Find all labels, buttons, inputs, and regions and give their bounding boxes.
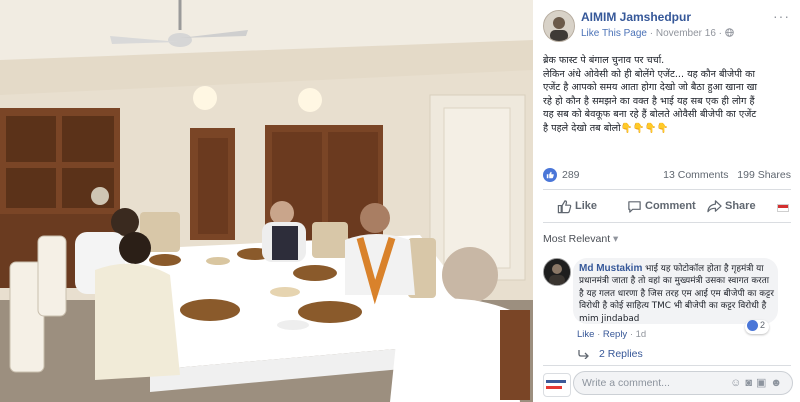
logo-bar	[546, 380, 566, 383]
replies-count: 2 Replies	[599, 348, 643, 360]
post-text: ब्रेक फास्ट पे बंगाल चुनाव पर चर्चा. लेक…	[543, 54, 791, 136]
divider	[543, 365, 791, 366]
reply-arrow-icon	[578, 350, 589, 359]
shares-count[interactable]: 199 Shares	[737, 169, 791, 181]
post-line: ब्रेक फास्ट पे बंगाल चुनाव पर चर्चा.	[543, 55, 665, 66]
camera-icon[interactable]: ◙	[745, 377, 756, 389]
comment-text: Md Mustakim भाई यह फोटोकॉल होता है गृहमं…	[579, 263, 775, 325]
page-avatar[interactable]	[543, 10, 575, 42]
page-name[interactable]: AIMIM Jamshedpur	[581, 10, 691, 24]
comments-count[interactable]: 13 Comments	[663, 169, 728, 181]
post-photo[interactable]	[0, 0, 533, 402]
comments-shares-count[interactable]: 13 Comments 199 Shares	[663, 169, 791, 181]
comment-button-label: Comment	[645, 200, 696, 212]
like-count[interactable]: 289	[562, 169, 580, 181]
commenter-avatar[interactable]	[543, 258, 571, 286]
post-line: लेकिन अंधे ओवेसी को ही बोलेंगे एजेंट... …	[543, 68, 755, 80]
emoji-icon[interactable]: ☺	[730, 377, 745, 389]
like-page-link[interactable]: Like This Page	[581, 28, 647, 39]
comment-like-link[interactable]: Like	[577, 329, 594, 340]
logo-bar	[546, 386, 562, 389]
post-date[interactable]: November 16	[656, 28, 716, 39]
composer-icons: ☺◙▣☻	[730, 376, 786, 389]
comment-reply-link[interactable]: Reply	[603, 329, 627, 340]
like-button-label: Like	[575, 200, 598, 212]
audience-flag-icon[interactable]	[777, 204, 789, 212]
comment-sort-dropdown[interactable]: Most Relevant ▾	[543, 233, 618, 245]
breakfast-meeting-photo	[0, 0, 533, 402]
chevron-down-icon: ▾	[613, 233, 619, 245]
post-actions: Like Comment Share	[543, 196, 791, 218]
comment-reaction-count[interactable]: 2	[745, 319, 770, 334]
comment-meta: Like · Reply · 1d	[577, 329, 647, 340]
sticker-icon[interactable]: ☻	[770, 377, 786, 389]
engagement-counts: 289 13 Comments 199 Shares	[543, 168, 791, 184]
gif-icon[interactable]: ▣	[756, 377, 770, 389]
comment-bubble-icon	[628, 201, 641, 213]
facebook-post-panel: AIMIM Jamshedpur Like This Page · Novemb…	[533, 0, 800, 402]
more-options-icon[interactable]: ···	[773, 8, 790, 24]
write-comment-input[interactable]: Write a comment... ☺◙▣☻	[573, 371, 793, 395]
share-button-label: Share	[725, 200, 756, 212]
comment-author[interactable]: Md Mustakim	[579, 263, 642, 274]
post-line: एजेंट है आपको समय आता होगा देखो जो बैठा …	[543, 82, 757, 94]
post-line: रहे हो कौन है समझने का वक्त है भाई यह सब…	[543, 95, 755, 107]
divider	[543, 222, 791, 223]
post-subline: Like This Page · November 16 ·	[581, 28, 734, 39]
like-reaction-icon	[543, 168, 557, 182]
sort-label: Most Relevant	[543, 233, 611, 245]
post-line: है पहले देखो तब बोलो👇👇👇👇	[543, 122, 669, 134]
globe-icon	[725, 28, 734, 37]
share-arrow-icon	[707, 200, 722, 213]
viewer-avatar[interactable]	[543, 373, 571, 397]
divider	[543, 189, 791, 190]
comment-time[interactable]: 1d	[636, 329, 647, 340]
thumbs-up-icon	[557, 200, 572, 214]
person-icon	[544, 11, 574, 41]
person-icon	[544, 259, 570, 285]
post-line: यह सब को बेवकूफ बना रहे हैं बोलते ओवैसी …	[543, 109, 757, 121]
comment-bubble: Md Mustakim भाई यह फोटोकॉल होता है गृहमं…	[573, 258, 778, 324]
write-comment-placeholder: Write a comment...	[582, 377, 670, 389]
like-reaction-icon	[747, 319, 758, 331]
reaction-number: 2	[760, 320, 766, 330]
